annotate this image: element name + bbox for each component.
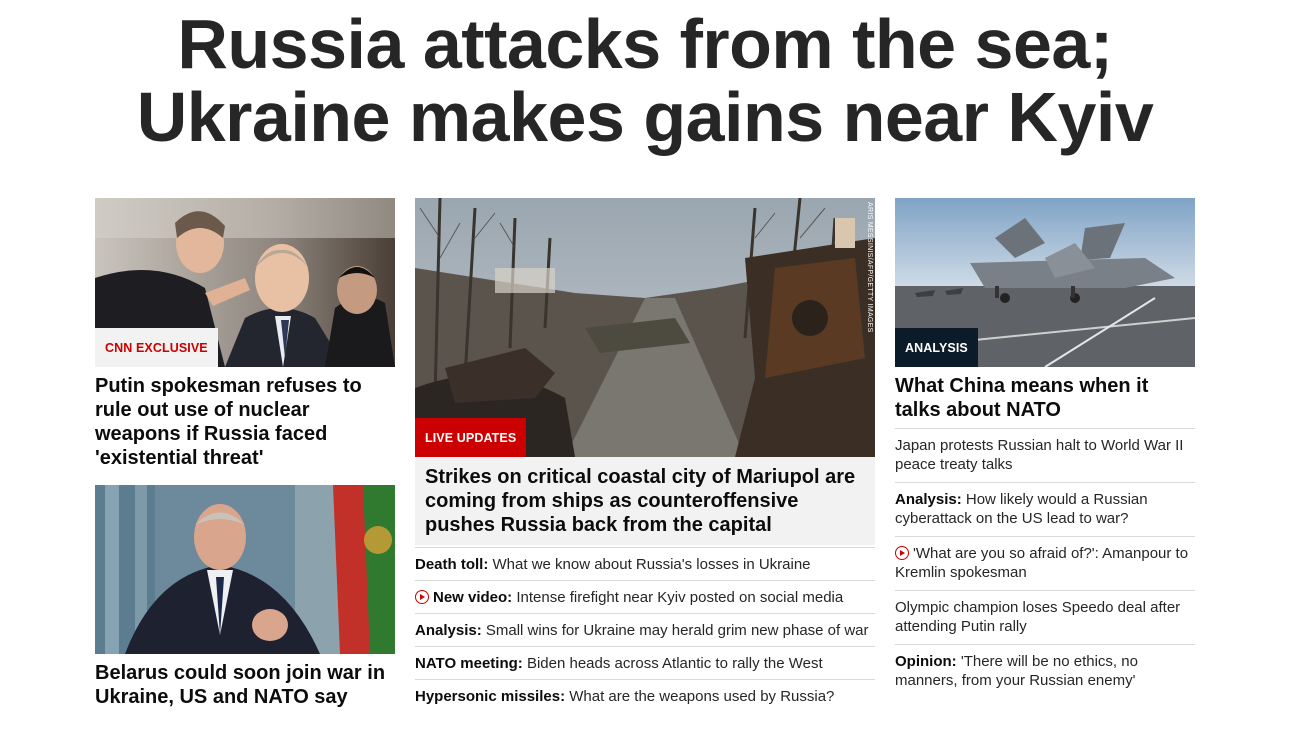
right-column: ANALYSIS What China means when it talks … [895, 198, 1195, 690]
analysis-label: ANALYSIS [895, 328, 978, 367]
play-video-icon [415, 590, 429, 604]
right-related-links: Japan protests Russian halt to World War… [895, 428, 1195, 690]
middle-related-links: Death toll: What we know about Russia's … [415, 547, 875, 712]
link-prefix: Analysis: [895, 491, 962, 508]
play-video-icon [895, 546, 909, 560]
belarus-headline[interactable]: Belarus could soon join war in Ukraine, … [95, 661, 395, 709]
story-image-destroyed-street[interactable]: ARIS MESSINIS/AFP/GETTY IMAGES LIVE UPDA… [415, 198, 875, 457]
left-column: CNN EXCLUSIVE Putin spokesman refuses to… [95, 198, 395, 709]
link-olympic-speedo[interactable]: Olympic champion loses Speedo deal after… [895, 590, 1195, 644]
middle-column: ARIS MESSINIS/AFP/GETTY IMAGES LIVE UPDA… [415, 198, 875, 712]
link-prefix: NATO meeting: [415, 655, 523, 672]
headline-line-1[interactable]: Russia attacks from the sea; [177, 5, 1113, 83]
link-prefix: New video: [433, 589, 513, 606]
link-death-toll[interactable]: Death toll: What we know about Russia's … [415, 547, 875, 580]
link-text: Olympic champion loses Speedo deal after… [895, 599, 1181, 635]
link-prefix: Opinion: [895, 653, 957, 670]
link-text: Japan protests Russian halt to World War… [895, 437, 1184, 473]
page-headline[interactable]: Russia attacks from the sea; Ukraine mak… [0, 8, 1290, 154]
link-text: 'What are you so afraid of?': Amanpour t… [895, 545, 1189, 581]
putin-spokesman-headline[interactable]: Putin spokesman refuses to rule out use … [95, 374, 395, 470]
china-nato-headline[interactable]: What China means when it talks about NAT… [895, 374, 1195, 422]
link-text: Biden heads across Atlantic to rally the… [522, 655, 823, 672]
link-text: What we know about Russia's losses in Uk… [488, 556, 811, 573]
live-updates-label: LIVE UPDATES [415, 418, 527, 457]
story-image-fighter-jet[interactable]: ANALYSIS [895, 198, 1195, 367]
link-prefix: Analysis: [415, 622, 482, 639]
photo-credit: ARIS MESSINIS/AFP/GETTY IMAGES [866, 202, 873, 333]
link-japan-protests[interactable]: Japan protests Russian halt to World War… [895, 428, 1195, 482]
link-opinion-ethics[interactable]: Opinion: 'There will be no ethics, no ma… [895, 644, 1195, 690]
link-text: Small wins for Ukraine may herald grim n… [481, 622, 869, 639]
link-nato-meeting[interactable]: NATO meeting: Biden heads across Atlanti… [415, 646, 875, 679]
link-text: Intense firefight near Kyiv posted on so… [512, 589, 844, 606]
link-analysis-small-wins[interactable]: Analysis: Small wins for Ukraine may her… [415, 613, 875, 646]
link-new-video[interactable]: New video: Intense firefight near Kyiv p… [415, 580, 875, 613]
link-prefix: Hypersonic missiles: [415, 688, 566, 705]
story-image-putin[interactable]: CNN EXCLUSIVE [95, 198, 395, 367]
belarus-leader-photo-icon [95, 485, 395, 654]
link-amanpour-video[interactable]: 'What are you so afraid of?': Amanpour t… [895, 536, 1195, 590]
mariupol-headline[interactable]: Strikes on critical coastal city of Mari… [415, 457, 875, 545]
link-analysis-cyberattack[interactable]: Analysis: How likely would a Russian cyb… [895, 482, 1195, 536]
cnn-exclusive-label: CNN EXCLUSIVE [95, 328, 218, 367]
link-hypersonic-missiles[interactable]: Hypersonic missiles: What are the weapon… [415, 679, 875, 712]
link-text: What are the weapons used by Russia? [565, 688, 835, 705]
link-prefix: Death toll: [415, 556, 489, 573]
story-image-belarus[interactable] [95, 485, 395, 654]
headline-line-2[interactable]: Ukraine makes gains near Kyiv [137, 78, 1154, 156]
